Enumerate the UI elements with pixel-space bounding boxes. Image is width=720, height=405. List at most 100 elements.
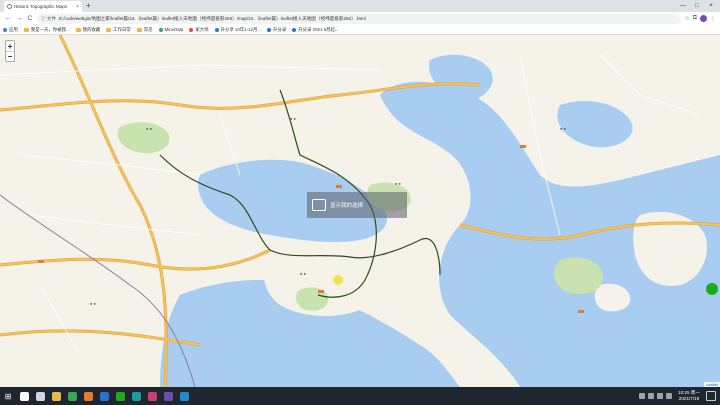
tray-icon[interactable]: [648, 393, 655, 399]
bookmark-site[interactable]: 升分录 2021.6月起...: [292, 26, 339, 33]
bookmark-label: 我是一天，你被我...: [30, 26, 70, 32]
place-label: ● ●: [395, 181, 402, 186]
maximize-button[interactable]: □: [690, 0, 704, 12]
taskbar: ⊞ 10:25 周一 2021/7/19: [0, 387, 720, 405]
app-pink-icon[interactable]: [144, 387, 160, 405]
poi-marker: [520, 145, 526, 148]
site-icon: [158, 27, 163, 32]
east-lake: [557, 100, 633, 148]
bookmark-folder[interactable]: 工作日常: [106, 27, 131, 33]
bookmark-site[interactable]: 升分享 10年1-12月...: [214, 26, 262, 33]
address-url: E:/code/webgis/地图之家/leaflet篇/24.（leaflet…: [59, 15, 366, 21]
park-1: [117, 122, 170, 154]
bookmark-label: 家大师: [195, 26, 209, 32]
clock-date: 2021/7/19: [678, 396, 700, 401]
road-7: [39, 284, 81, 356]
highlight-marker: [333, 275, 343, 285]
bookmark-site[interactable]: 升分录: [267, 27, 286, 33]
globe-icon: [7, 4, 12, 9]
bookmark-label: 升分录 2021.6月起...: [298, 26, 339, 32]
road-2: [19, 154, 201, 176]
back-button[interactable]: ←: [4, 15, 12, 22]
vscode-icon[interactable]: [176, 387, 192, 405]
site-icon: [214, 27, 219, 32]
apps-icon: [3, 27, 7, 32]
task-view-icon[interactable]: [32, 387, 48, 405]
window-controls: — □ ×: [676, 0, 718, 12]
tab-historic-topographic-maps[interactable]: Historic Topographic Maps ×: [4, 1, 82, 12]
minimize-button[interactable]: —: [676, 0, 690, 12]
road-1: [0, 64, 381, 76]
avatar[interactable]: [700, 15, 707, 22]
image-icon: [312, 199, 326, 211]
highway-2-fill: [0, 249, 271, 270]
file-explorer-icon[interactable]: [48, 387, 64, 405]
site-icon: [189, 27, 194, 32]
app-blue-icon[interactable]: [96, 387, 112, 405]
search-icon[interactable]: [16, 387, 32, 405]
bookmark-folder[interactable]: 我的收藏: [75, 26, 101, 33]
browser-tab-bar: Historic Topographic Maps × + — □ ×: [0, 0, 720, 12]
taskbar-apps: [16, 387, 192, 405]
close-window-button[interactable]: ×: [704, 0, 718, 12]
place-label: ● ●: [560, 126, 567, 131]
place-label: ● ●: [90, 301, 97, 306]
place-label: ● ●: [290, 116, 297, 121]
bookmark-folder[interactable]: 我是一天，你被我...: [23, 26, 70, 33]
tray-icon[interactable]: [666, 393, 673, 399]
road-6: [599, 54, 701, 116]
browser-toolbar: ← → C ⓘ 文件 E:/code/webgis/地图之家/leaflet篇/…: [0, 12, 720, 25]
zoom-in-button[interactable]: +: [6, 41, 14, 51]
notification-icon[interactable]: [706, 391, 716, 401]
watermark-text: 显示我的选择: [330, 203, 364, 209]
site-icon: [267, 27, 272, 32]
close-tab-icon[interactable]: ×: [76, 4, 79, 10]
poi-marker: [336, 185, 342, 188]
system-tray: 10:25 周一 2021/7/19: [639, 390, 720, 402]
forward-button[interactable]: →: [15, 15, 23, 22]
bookmark-label: MineData: [164, 27, 184, 32]
clock[interactable]: 10:25 周一 2021/7/19: [678, 390, 700, 402]
bookmark-label: 我的收藏: [82, 26, 101, 32]
app-purple-icon[interactable]: [160, 387, 176, 405]
place-label: ● ●: [146, 126, 153, 131]
app-orange-icon[interactable]: [80, 387, 96, 405]
road-3: [29, 214, 201, 236]
app-teal-icon[interactable]: [128, 387, 144, 405]
address-bar[interactable]: ⓘ 文件 E:/code/webgis/地图之家/leaflet篇/24.（le…: [37, 13, 682, 24]
tray-icon[interactable]: [639, 393, 646, 399]
bookmark-label: 升分享 10年1-12月...: [220, 26, 262, 32]
bookmark-site[interactable]: 家大师: [189, 26, 209, 33]
map-watermark: 显示我的选择: [307, 192, 407, 218]
extension-icon[interactable]: ⧉: [693, 15, 697, 22]
wechat-icon[interactable]: [112, 387, 128, 405]
poi-marker: [38, 260, 44, 263]
bookmark-site[interactable]: MineData: [158, 27, 184, 32]
menu-icon[interactable]: ⋮: [710, 15, 716, 22]
map-viewport[interactable]: ● ● ● ● ● ● ● ● ● ● ● ● + − 显示我的选择 Leafl…: [0, 35, 720, 387]
zoom-out-button[interactable]: −: [6, 51, 14, 61]
tray-icon[interactable]: [657, 393, 664, 399]
place-label: ● ●: [300, 271, 307, 276]
bookmark-apps[interactable]: 应用: [3, 27, 18, 33]
windows-icon[interactable]: ⊞: [0, 387, 16, 405]
star-icon[interactable]: ☆: [684, 15, 689, 22]
bookmark-label: 应用: [9, 26, 18, 32]
bookmark-label: 升分录: [273, 26, 287, 32]
new-tab-button[interactable]: +: [86, 1, 91, 10]
folder-icon: [75, 27, 81, 32]
reload-button[interactable]: C: [26, 15, 34, 22]
folder-icon: [23, 27, 29, 32]
toolbar-actions: ☆ ⧉ ⋮: [684, 15, 716, 22]
bookmarks-bar: 应用 我是一天，你被我... 我的收藏 工作日常 常见 MineData 家大师…: [0, 25, 720, 35]
chrome-icon[interactable]: [64, 387, 80, 405]
zoom-control: + −: [5, 40, 15, 62]
floating-action-icon[interactable]: [706, 283, 718, 295]
highway-2: [0, 248, 271, 271]
bookmark-folder[interactable]: 常见: [136, 27, 153, 33]
poi-marker: [578, 310, 584, 313]
address-info[interactable]: ⓘ 文件: [41, 16, 56, 22]
bookmark-label: 工作日常: [113, 26, 131, 32]
poi-marker: [318, 290, 324, 293]
tab-title: Historic Topographic Maps: [14, 4, 67, 9]
